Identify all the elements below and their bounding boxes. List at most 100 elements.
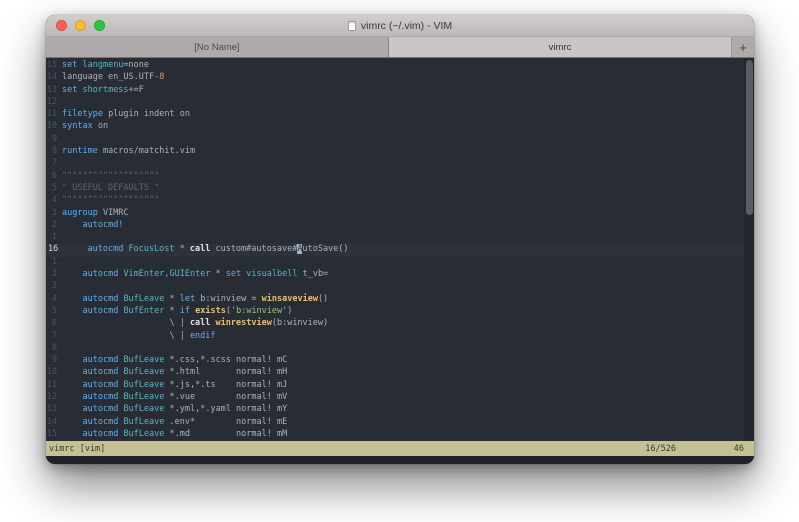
code-segment: set xyxy=(62,84,83,95)
code-segment: autocmd xyxy=(82,392,119,403)
window-title-area: vimrc (~/.vim) - VIM xyxy=(46,15,754,36)
line-number: 10 xyxy=(46,367,57,378)
code-line[interactable]: 13 autocmd BufLeave *.yml,*.yaml normal!… xyxy=(46,404,754,416)
zoom-button[interactable] xyxy=(94,20,105,31)
code-segment: * xyxy=(164,305,180,316)
code-line[interactable]: 13 set shortmess+=F xyxy=(46,85,754,97)
titlebar[interactable]: vimrc (~/.vim) - VIM xyxy=(46,15,754,37)
code-segment: *.html normal! mH xyxy=(164,367,288,378)
window-title: vimrc (~/.vim) - VIM xyxy=(360,19,453,32)
code-line[interactable]: 6 \ | call winrestview(b:winview) xyxy=(46,318,754,330)
line-number: 12 xyxy=(46,96,57,107)
code-segment: """"""""""""""""""" xyxy=(62,170,160,181)
code-segment: autocmd! xyxy=(82,219,124,230)
code-segment: VIMRC xyxy=(97,207,129,218)
code-line[interactable]: 10 syntax on xyxy=(46,121,754,133)
code-line[interactable]: 2 autocmd! xyxy=(46,220,754,232)
code-text: runtime macros/matchit.vim xyxy=(62,146,195,158)
code-line[interactable]: 8 xyxy=(46,343,754,355)
close-button[interactable] xyxy=(56,20,67,31)
line-number: 1 xyxy=(51,256,57,267)
code-line[interactable]: 10 autocmd BufLeave *.html normal! mH xyxy=(46,367,754,379)
code-segment: BufLeave xyxy=(123,416,165,427)
code-segment: plugin indent on xyxy=(102,109,190,120)
code-text: autocmd BufLeave .env* normal! mE xyxy=(62,417,287,429)
code-segment: autocmd xyxy=(82,367,119,378)
code-text: autocmd BufLeave *.css,*.scss normal! mC xyxy=(62,355,287,367)
line-number: 7 xyxy=(51,158,57,169)
line-number: 15 xyxy=(46,428,57,439)
code-text: set shortmess+=F xyxy=(62,85,144,97)
code-text: syntax on xyxy=(62,121,108,133)
code-segment: BufLeave xyxy=(123,404,165,415)
minimize-button[interactable] xyxy=(75,20,86,31)
code-segment: BufLeave xyxy=(123,367,165,378)
code-line[interactable]: 6 """"""""""""""""""" xyxy=(46,171,754,183)
code-text: set langmenu=none xyxy=(62,60,149,72)
line-number: 13 xyxy=(46,404,57,415)
editor[interactable]: 15 set langmenu=none 14 language en_US.UTF-… xyxy=(46,58,754,441)
document-icon xyxy=(347,20,356,31)
code-segment: """"""""""""""""""" xyxy=(62,195,160,206)
code-line-current[interactable]: 16 autocmd FocusLost * call custom#autos… xyxy=(46,244,754,257)
code-text: autocmd BufLeave *.vue normal! mV xyxy=(62,392,287,404)
code-segment: * xyxy=(174,244,190,255)
tab-no-name[interactable]: [No Name] xyxy=(46,37,389,57)
line-number: 16 xyxy=(48,244,59,255)
traffic-lights xyxy=(46,20,105,31)
code-segment: 'b:winview' xyxy=(230,305,288,316)
code-line[interactable]: 1 xyxy=(46,232,754,244)
code-line[interactable]: 14 autocmd BufLeave .env* normal! mE xyxy=(46,417,754,429)
code-line[interactable]: 14 language en_US.UTF-8 xyxy=(46,72,754,84)
code-segment: VimEnter,GUIEnter xyxy=(123,269,211,280)
code-line[interactable]: 11 autocmd BufLeave *.js,*.ts normal! mJ xyxy=(46,380,754,392)
code-line[interactable]: 4 """"""""""""""""""" xyxy=(46,195,754,207)
code-segment: utoSave() xyxy=(302,244,349,255)
editor-lines: 15 set langmenu=none 14 language en_US.UTF-… xyxy=(46,58,754,441)
code-line[interactable]: 4 autocmd BufLeave * let b:winview = win… xyxy=(46,294,754,306)
code-segment: autocmd xyxy=(82,428,119,439)
code-line[interactable]: 3 xyxy=(46,281,754,293)
tab-label: [No Name] xyxy=(194,41,240,53)
code-segment: autocmd xyxy=(82,305,119,316)
scrollbar-thumb[interactable] xyxy=(745,60,753,215)
code-line[interactable]: 9 autocmd BufLeave *.css,*.scss normal! … xyxy=(46,355,754,367)
line-number: 6 xyxy=(51,318,57,329)
status-filename: vimrc [vim] xyxy=(49,443,106,454)
new-tab-button[interactable]: + xyxy=(732,37,754,57)
code-segment: on xyxy=(92,121,109,132)
code-segment: autocmd xyxy=(87,244,124,255)
line-number: 3 xyxy=(51,207,57,218)
line-number: 1 xyxy=(51,232,57,243)
code-segment: *.vue normal! mV xyxy=(164,392,288,403)
code-line[interactable]: 11 filetype plugin indent on xyxy=(46,109,754,121)
tab-bar: [No Name] vimrc + xyxy=(46,37,754,58)
code-line[interactable]: 2 autocmd VimEnter,GUIEnter * set visual… xyxy=(46,269,754,281)
code-text: augroup VIMRC xyxy=(62,208,129,220)
tab-vimrc[interactable]: vimrc xyxy=(389,37,732,57)
code-line[interactable]: 15 set langmenu=none xyxy=(46,60,754,72)
scrollbar[interactable] xyxy=(744,58,754,441)
code-line[interactable]: 5 " USEFUL DEFAULTS " xyxy=(46,183,754,195)
code-line[interactable]: 3 augroup VIMRC xyxy=(46,208,754,220)
code-line[interactable]: 9 xyxy=(46,134,754,146)
code-segment: augroup xyxy=(62,207,98,218)
code-line[interactable]: 8 runtime macros/matchit.vim xyxy=(46,146,754,158)
code-segment: FocusLost xyxy=(128,244,175,255)
code-line[interactable]: 5 autocmd BufEnter * if exists('b:winvie… xyxy=(46,306,754,318)
line-number: 7 xyxy=(51,330,57,341)
code-line[interactable]: 12 xyxy=(46,97,754,109)
code-line[interactable]: 1 xyxy=(46,257,754,269)
code-line[interactable]: 12 autocmd BufLeave *.vue normal! mV xyxy=(46,392,754,404)
code-line[interactable]: 7 xyxy=(46,158,754,170)
code-line[interactable]: 15 autocmd BufLeave *.md normal! mM xyxy=(46,429,754,441)
code-segment: autocmd xyxy=(82,404,119,415)
code-line[interactable]: 7 \ | endif xyxy=(46,331,754,343)
code-segment: call xyxy=(189,244,211,255)
command-line[interactable] xyxy=(46,456,754,464)
